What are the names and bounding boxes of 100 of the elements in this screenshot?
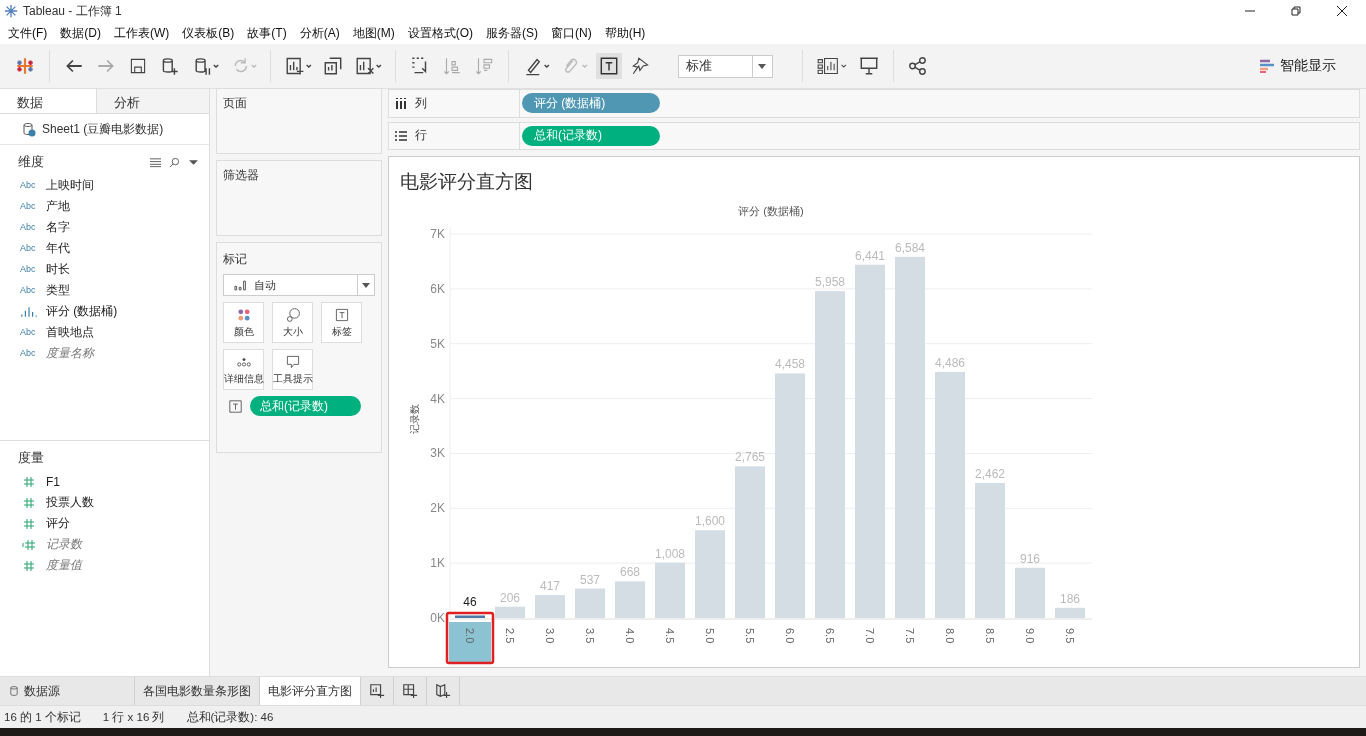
field-name[interactable]: 时长 [46,261,70,278]
datasource-icon [22,121,36,137]
search-icon[interactable] [169,156,180,168]
string-type-icon: Abc [20,326,38,339]
text-label-icon [333,306,350,323]
marks-button[interactable]: 标签 [321,302,362,343]
close-icon[interactable] [1336,5,1348,17]
menu-item[interactable]: 故事(T) [242,24,295,42]
selected-category-highlight [449,622,491,662]
speech-bubble-icon [284,353,301,370]
bar-value-label: 537 [580,572,600,587]
bar-value-label: 668 [620,565,640,580]
bar-value-label: 206 [500,590,520,605]
bar-value-label: 6,584 [895,240,925,255]
bar-value-label: 4,458 [775,357,805,372]
bar-value-label: 916 [1020,551,1040,566]
shelf-name: 行 [415,127,427,145]
sheet-tab[interactable]: 电影评分直方图 [260,677,361,705]
field-name[interactable]: F1 [46,474,60,489]
axis-tick-label: 5.0 [704,628,716,644]
card-title: 标记 [223,251,248,268]
field-name[interactable]: 评分 [46,515,70,532]
circles-icon [284,306,301,323]
bar-value-label: 1,008 [655,546,685,561]
mark-type-dropdown[interactable]: 自动 [223,274,375,296]
field-name[interactable]: 投票人数 [46,494,94,511]
columns-icon [395,97,407,110]
menu-item[interactable]: 文件(F) [3,24,56,42]
string-type-icon: Abc [20,200,38,213]
menu-item[interactable]: 地图(M) [347,24,403,42]
menu-item[interactable]: 帮助(H) [599,24,654,42]
field-name[interactable]: 评分 (数据桶) [46,303,118,320]
marks-button[interactable]: 颜色 [223,302,264,343]
status-text: 总和(记录数): 46 [186,709,274,725]
axis-title: 评分 (数据桶) [738,205,804,217]
menu-item[interactable]: 服务器(S) [481,24,546,42]
restore-icon[interactable] [1290,5,1302,17]
menu-item[interactable]: 分析(A) [294,24,348,42]
menu-item[interactable]: 工作表(W) [109,24,178,42]
menu-item[interactable]: 设置格式(O) [402,24,481,42]
axis-tick-label: 5K [430,336,445,351]
section-title: 度量 [18,449,44,467]
card-title: 筛选器 [223,168,259,182]
datasource-name[interactable]: Sheet1 (豆瓣电影数据) [42,120,164,138]
field-name[interactable]: 度量名称 [46,345,94,362]
axis-tick-label: 7K [430,227,445,241]
window-title: Tableau - 工作簿 1 [23,2,122,20]
text-label-icon[interactable] [596,53,622,79]
field-name[interactable]: 类型 [46,282,70,299]
bar-value-label: 186 [1060,591,1080,606]
label-encoding-icon[interactable] [229,399,242,413]
string-type-icon: Abc [20,284,38,297]
axis-tick-label: 7.5 [904,628,916,644]
axis-tick-label: 2.0 [464,628,476,644]
field-name[interactable]: 首映地点 [46,324,94,341]
axis-tick-label: 8.0 [944,628,956,644]
view-title: 电影评分直方图 [399,169,534,194]
string-type-icon: Abc [20,347,38,360]
app-logo-icon [4,4,18,18]
status-text: 1 行 x 16 列 [102,709,165,725]
axis-tick-label: 6K [430,281,445,296]
menu-item[interactable]: 窗口(N) [546,24,600,42]
menu-item[interactable]: 仪表板(B) [177,24,243,42]
axis-tick-label: 2.5 [504,628,516,644]
string-type-icon: Abc [20,263,38,276]
bar-chart-icon [234,279,248,291]
show-me-button[interactable]: 智能显示 [1258,55,1338,77]
marks-button[interactable]: 大小 [272,302,313,343]
section-title: 维度 [18,153,44,171]
axis-tick-label: 4.0 [624,628,636,644]
axis-tick-label: 4.5 [664,628,676,644]
axis-tick-label: 6.5 [824,628,836,644]
axis-title: 记录数 [409,404,420,434]
axis-tick-label: 9.0 [1024,628,1036,644]
fit-dropdown[interactable]: 标准 [678,54,773,78]
field-name[interactable]: 年代 [46,240,70,257]
database-icon [10,685,18,697]
field-name[interactable]: 上映时间 [46,177,94,194]
axis-tick-label: 9.5 [1064,628,1076,644]
status-text: 16 的 1 个标记 [4,709,81,725]
marks-button[interactable]: 详细信息 [223,349,264,390]
axis-tick-label: 3K [430,446,445,461]
menu-item[interactable]: 数据(D) [55,24,109,42]
field-name[interactable]: 名字 [46,219,70,236]
bar-value-label: 6,441 [855,248,885,263]
field-name[interactable]: 度量值 [46,557,82,574]
field-name[interactable]: 记录数 [46,536,82,553]
axis-tick-label: 5.5 [744,628,756,644]
color-dots-icon [235,306,252,323]
list-view-icon[interactable] [150,156,161,168]
string-type-icon: Abc [20,221,38,234]
bar-value-label: 46 [463,595,477,610]
marks-button[interactable]: 工具提示 [272,349,313,390]
field-name[interactable]: 产地 [46,198,70,215]
string-type-icon: Abc [20,179,38,192]
bar-value-label: 1,600 [695,514,725,529]
side-tab[interactable]: 分析 [95,89,209,113]
axis-tick-label: 6.0 [784,628,796,644]
bin-type-icon [20,305,38,318]
axis-tick-label: 8.5 [984,628,996,644]
